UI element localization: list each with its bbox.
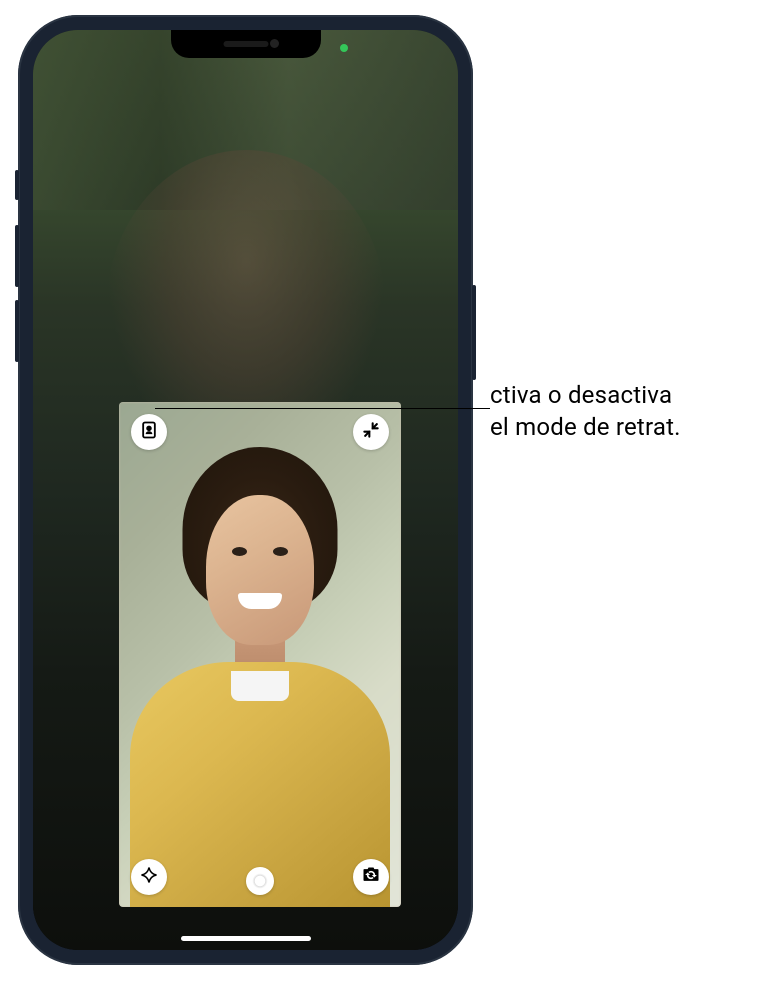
minimize-pip-button[interactable] — [353, 414, 389, 450]
callout-text-line-1: ctiva o desactiva — [490, 379, 760, 411]
capture-photo-button[interactable] — [246, 867, 274, 895]
flip-camera-button[interactable] — [353, 859, 389, 895]
flip-camera-icon — [361, 865, 381, 889]
phone-screen — [33, 30, 458, 950]
callout-text-line-2: el mode de retrat. — [490, 411, 760, 443]
annotation-callout: ctiva o desactiva el mode de retrat. — [490, 379, 760, 444]
self-view-pip[interactable] — [119, 402, 401, 907]
home-indicator[interactable] — [181, 936, 311, 941]
minimize-icon — [361, 420, 381, 444]
speaker-slot — [223, 41, 268, 47]
display-notch — [171, 30, 321, 58]
volume-up-button — [15, 225, 19, 287]
effects-button[interactable] — [131, 859, 167, 895]
volume-down-button — [15, 300, 19, 362]
silent-switch — [15, 170, 19, 200]
self-view-person — [170, 447, 350, 887]
callout-leader-line — [155, 408, 490, 409]
iphone-device-frame — [18, 15, 473, 965]
power-button — [472, 285, 476, 380]
effects-star-icon — [139, 865, 159, 889]
portrait-mode-button[interactable] — [131, 414, 167, 450]
front-camera-dot — [270, 39, 279, 48]
camera-active-indicator — [340, 44, 348, 52]
portrait-mode-icon — [139, 420, 159, 444]
